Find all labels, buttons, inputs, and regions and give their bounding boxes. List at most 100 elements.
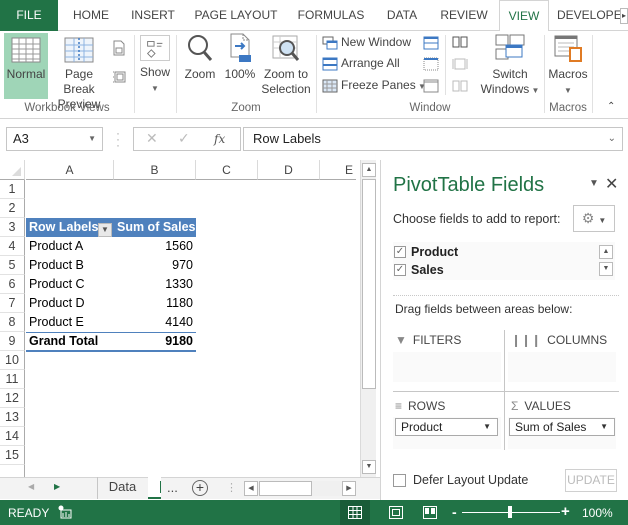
zoom-out-button[interactable]: -: [452, 504, 457, 520]
scroll-right-icon[interactable]: ▶: [342, 481, 356, 496]
column-header-a[interactable]: A: [26, 160, 114, 180]
pane-options-chevron-icon[interactable]: ▼: [589, 178, 599, 189]
row-header[interactable]: 9: [0, 332, 25, 351]
worksheet-grid[interactable]: A B C D E 1 2 3 4 5 6 7 8 9 10 11 12 13 …: [0, 160, 356, 477]
select-all-corner[interactable]: [0, 160, 25, 180]
grand-total-label[interactable]: Grand Total: [26, 332, 114, 351]
pivot-row-label[interactable]: Product C: [26, 275, 114, 294]
horizontal-scrollbar[interactable]: ◀ ▶: [244, 481, 356, 496]
zoom-slider-thumb[interactable]: [508, 506, 512, 518]
rows-field-product[interactable]: Product ▼: [395, 418, 498, 436]
zoom-button[interactable]: Zoom: [182, 33, 218, 82]
scroll-thumb[interactable]: [259, 481, 312, 496]
pivot-row-value[interactable]: 4140: [114, 313, 196, 332]
filters-drop-area[interactable]: [393, 352, 501, 382]
defer-layout-checkbox[interactable]: [393, 474, 406, 487]
pivot-row-label[interactable]: Product D: [26, 294, 114, 313]
cancel-icon[interactable]: ✕: [146, 130, 158, 147]
vertical-scrollbar[interactable]: ▲ ▼: [360, 160, 376, 477]
collapse-ribbon-icon[interactable]: ⌃: [607, 101, 615, 112]
grand-total-value[interactable]: 9180: [114, 332, 196, 351]
tab-home[interactable]: HOME: [62, 0, 120, 31]
normal-view-button[interactable]: Normal: [4, 33, 48, 99]
pivot-row-label[interactable]: Product A: [26, 237, 114, 256]
chevron-down-icon[interactable]: ▼: [483, 419, 491, 435]
row-header[interactable]: 10: [0, 351, 25, 370]
row-header[interactable]: 8: [0, 313, 25, 332]
pivot-row-value[interactable]: 1560: [114, 237, 196, 256]
checkbox-checked-icon[interactable]: ✓: [394, 246, 406, 258]
scroll-down-icon[interactable]: ▼: [599, 262, 613, 276]
page-break-view-icon[interactable]: [423, 506, 437, 519]
enter-check-icon[interactable]: ✓: [178, 130, 190, 147]
tab-split-grip[interactable]: ⋮: [226, 481, 237, 494]
row-header[interactable]: 5: [0, 256, 25, 275]
row-header[interactable]: 15: [0, 446, 25, 465]
row-header[interactable]: 13: [0, 408, 25, 427]
update-button[interactable]: UPDATE: [565, 469, 617, 492]
sheet-prev-icon[interactable]: ◀: [28, 482, 34, 491]
reset-window-position-icon[interactable]: [452, 79, 468, 93]
macro-recording-icon[interactable]: [58, 505, 72, 519]
tab-file[interactable]: FILE: [0, 0, 58, 31]
switch-windows-button[interactable]: Switch Windows ▼: [478, 33, 542, 98]
row-header[interactable]: 14: [0, 427, 25, 446]
formula-bar-grip[interactable]: · · ·: [116, 127, 120, 151]
expand-formula-bar-icon[interactable]: ⌄: [608, 128, 616, 150]
row-header[interactable]: 4: [0, 237, 25, 256]
tab-scroll-right-icon[interactable]: ▸: [620, 8, 628, 24]
pivot-row-value[interactable]: 1330: [114, 275, 196, 294]
sheet-tab-active[interactable]: [148, 477, 161, 499]
normal-view-status-button[interactable]: [340, 500, 370, 525]
synchronous-scrolling-icon[interactable]: [452, 57, 468, 71]
row-header[interactable]: 12: [0, 389, 25, 408]
scroll-down-icon[interactable]: ▼: [362, 460, 376, 474]
hide-window-icon[interactable]: [423, 57, 439, 71]
scroll-thumb[interactable]: [362, 179, 376, 389]
row-header[interactable]: [0, 465, 25, 477]
pivot-row-label[interactable]: Product E: [26, 313, 114, 332]
freeze-panes-button[interactable]: Freeze Panes ▼: [322, 75, 426, 95]
sheet-tab-data[interactable]: Data: [97, 477, 147, 499]
chevron-down-icon[interactable]: ▼: [600, 419, 608, 435]
row-header[interactable]: 1: [0, 180, 25, 199]
tab-view[interactable]: VIEW: [499, 0, 549, 32]
pivot-row-value[interactable]: 1180: [114, 294, 196, 313]
column-header-e[interactable]: E: [320, 160, 356, 180]
view-side-by-side-icon[interactable]: [452, 35, 468, 49]
macros-button[interactable]: Macros ▼: [546, 33, 590, 98]
tools-button[interactable]: ⚙ ▼: [573, 205, 615, 232]
add-sheet-icon[interactable]: +: [192, 480, 208, 496]
scroll-up-icon[interactable]: ▲: [362, 163, 376, 177]
page-layout-view-icon[interactable]: [112, 40, 126, 56]
zoom-in-button[interactable]: +: [561, 503, 570, 520]
tab-review[interactable]: REVIEW: [436, 0, 492, 31]
page-break-preview-button[interactable]: Page Break Preview: [48, 33, 110, 112]
row-header[interactable]: 7: [0, 294, 25, 313]
page-layout-view-icon[interactable]: [389, 506, 403, 519]
checkbox-checked-icon[interactable]: ✓: [394, 264, 406, 276]
formula-input[interactable]: Row Labels ⌄: [243, 127, 623, 151]
column-header-d[interactable]: D: [258, 160, 320, 180]
zoom-percent[interactable]: 100%: [582, 506, 613, 520]
chevron-down-icon[interactable]: ▼: [88, 128, 96, 150]
filter-dropdown-icon[interactable]: ▼: [98, 223, 112, 237]
split-icon[interactable]: [423, 36, 439, 50]
sheet-more-button[interactable]: ...: [167, 480, 178, 495]
tab-developer[interactable]: DEVELOPE: [557, 0, 622, 31]
tab-data[interactable]: DATA: [378, 0, 426, 31]
show-button[interactable]: Show ▼: [138, 33, 172, 96]
column-header-c[interactable]: C: [196, 160, 258, 180]
unhide-window-icon[interactable]: [423, 79, 439, 93]
zoom-100-button[interactable]: 100%: [222, 33, 258, 82]
defer-layout-label[interactable]: Defer Layout Update: [413, 473, 528, 487]
arrange-all-button[interactable]: Arrange All: [322, 53, 400, 73]
close-icon[interactable]: ✕: [605, 174, 618, 194]
field-sales[interactable]: ✓ Sales: [393, 261, 444, 279]
values-field-sum-of-sales[interactable]: Sum of Sales ▼: [509, 418, 615, 436]
pivot-row-value[interactable]: 970: [114, 256, 196, 275]
columns-drop-area[interactable]: [508, 352, 616, 382]
custom-views-icon[interactable]: [112, 69, 128, 85]
new-window-button[interactable]: New Window: [322, 32, 411, 52]
row-header[interactable]: 11: [0, 370, 25, 389]
